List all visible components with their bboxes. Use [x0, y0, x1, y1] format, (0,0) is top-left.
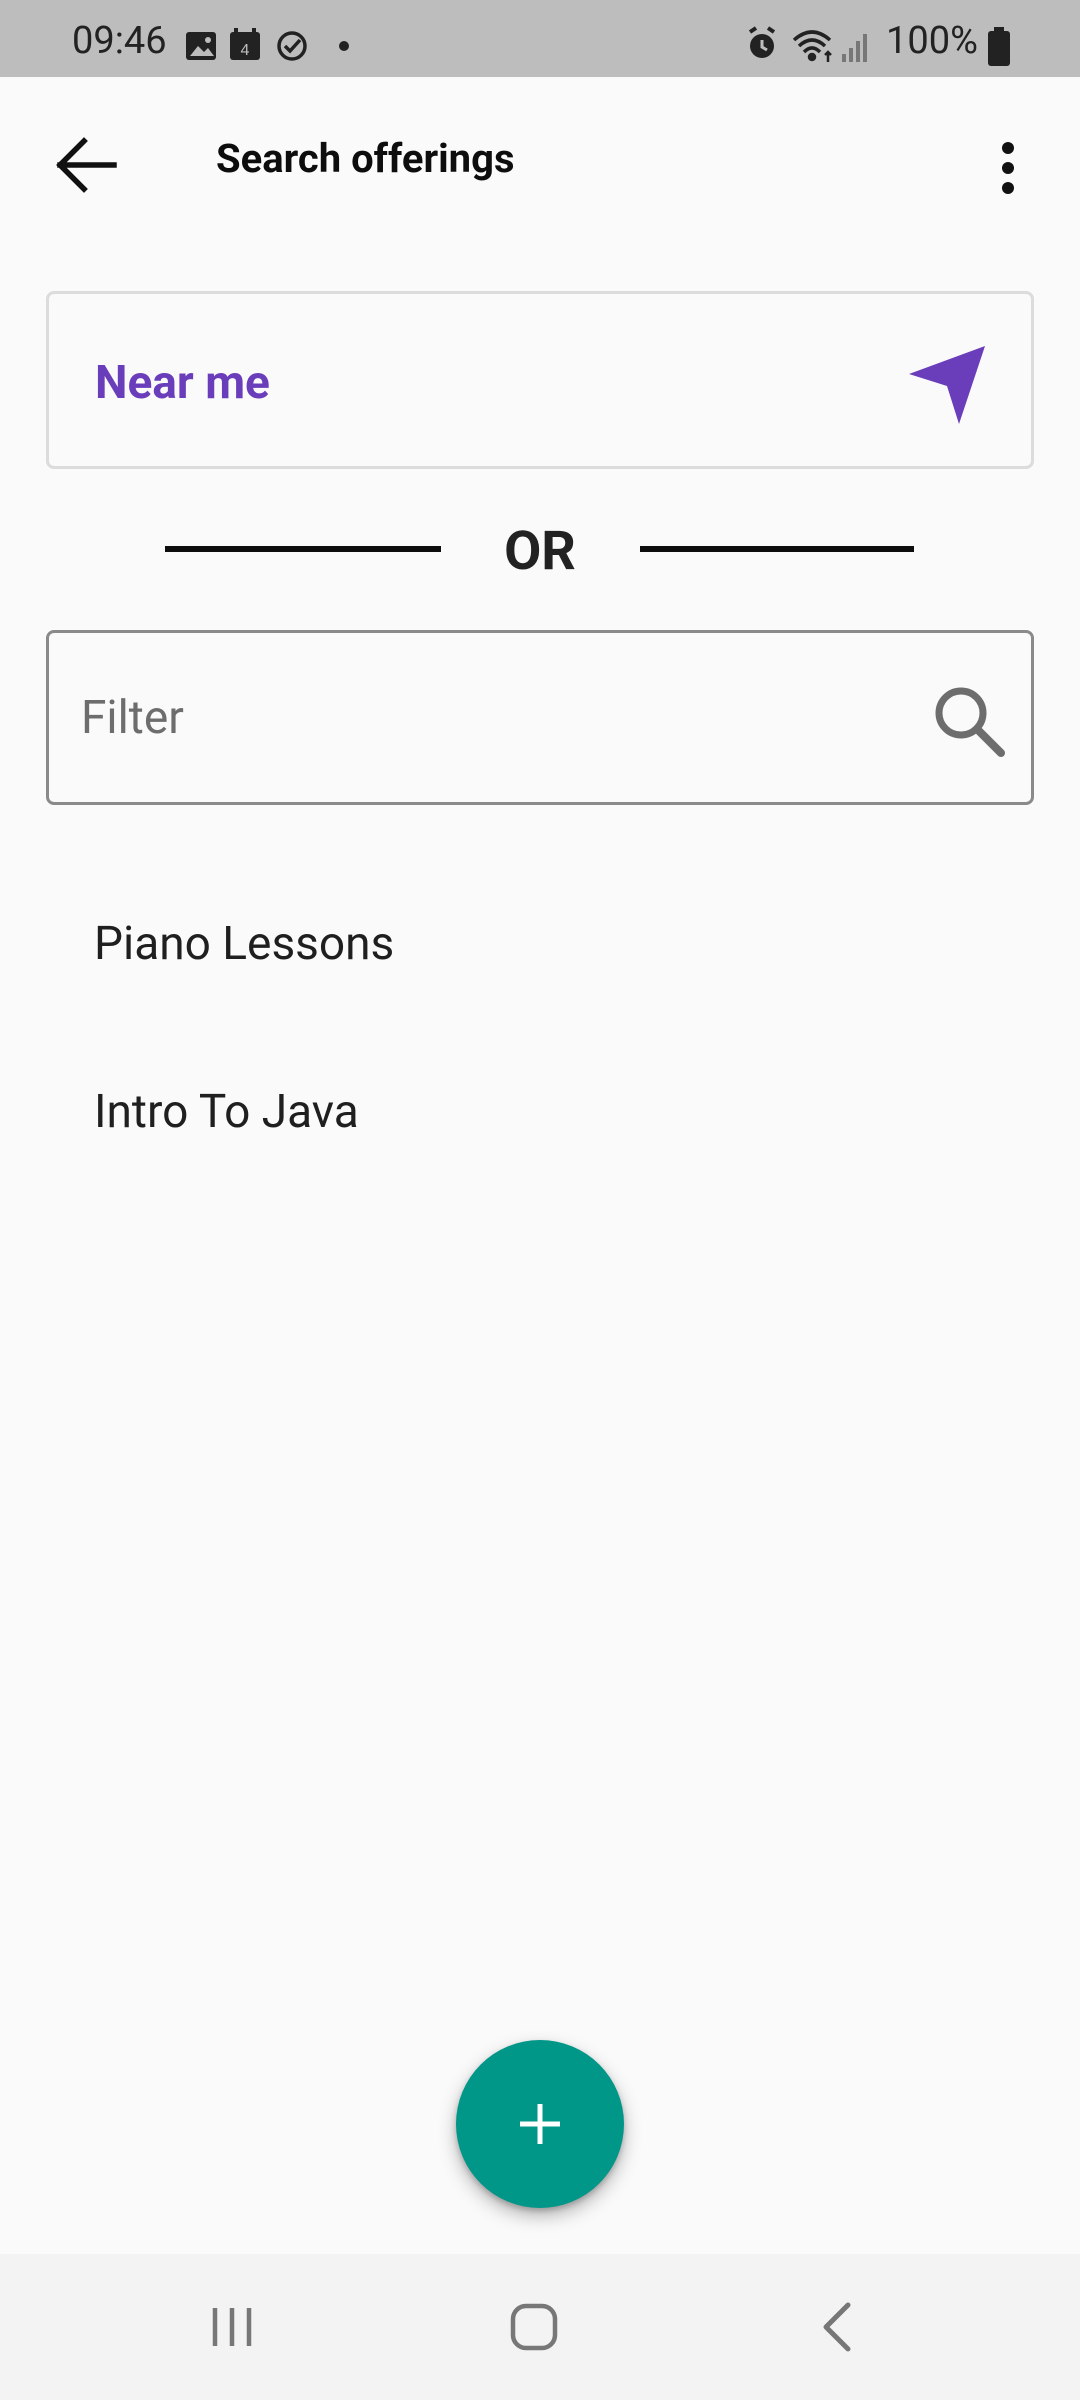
- status-time: 09:46: [72, 19, 167, 63]
- list-item-label: Piano Lessons: [94, 917, 395, 971]
- battery-percentage: 100%: [886, 19, 978, 63]
- divider-line-left: [165, 546, 441, 552]
- list-item-label: Intro To Java: [94, 1085, 359, 1139]
- app-bar: Search offerings: [0, 77, 1080, 245]
- calendar-icon: 4: [230, 28, 260, 60]
- recents-icon: [212, 2308, 252, 2346]
- check-circle-icon: [277, 31, 307, 61]
- recents-button[interactable]: [172, 2282, 292, 2372]
- back-button[interactable]: [38, 125, 134, 205]
- more-vert-icon: [1002, 142, 1014, 194]
- navigation-arrow-icon: [909, 346, 985, 424]
- home-icon: [510, 2303, 558, 2351]
- status-bar: 09:46 4 100%: [0, 0, 1080, 77]
- arrow-back-icon: [56, 137, 117, 193]
- plus-icon: [520, 2104, 560, 2144]
- alarm-icon: [748, 26, 776, 58]
- dot-icon: [339, 41, 349, 51]
- nav-back-icon: [823, 2302, 851, 2352]
- status-left-icons: 4: [186, 28, 349, 61]
- near-me-button[interactable]: Near me: [46, 291, 1034, 469]
- near-me-label: Near me: [95, 356, 270, 410]
- battery-icon: [988, 27, 1010, 66]
- more-options-button[interactable]: [972, 125, 1044, 211]
- system-nav-bar: [0, 2254, 1080, 2400]
- list-item-piano-lessons[interactable]: Piano Lessons: [0, 860, 1080, 1028]
- wifi-icon: [792, 30, 832, 62]
- signal-icon: [842, 34, 867, 62]
- screen: 09:46 4 100% Search offerings Near me OR…: [0, 0, 1080, 2400]
- add-offering-button[interactable]: [456, 2040, 624, 2208]
- system-back-button[interactable]: [778, 2282, 898, 2372]
- filter-input[interactable]: [81, 633, 941, 802]
- filter-field[interactable]: [46, 630, 1034, 805]
- offerings-list: Piano Lessons Intro To Java: [0, 860, 1080, 1196]
- home-button[interactable]: [474, 2282, 594, 2372]
- page-title: Search offerings: [216, 135, 515, 182]
- search-icon[interactable]: [929, 681, 1009, 761]
- or-divider: OR: [0, 510, 1080, 590]
- divider-line-right: [640, 546, 914, 552]
- or-label: OR: [504, 520, 576, 583]
- calendar-day: 4: [241, 42, 250, 59]
- image-icon: [186, 32, 216, 60]
- list-item-intro-to-java[interactable]: Intro To Java: [0, 1028, 1080, 1196]
